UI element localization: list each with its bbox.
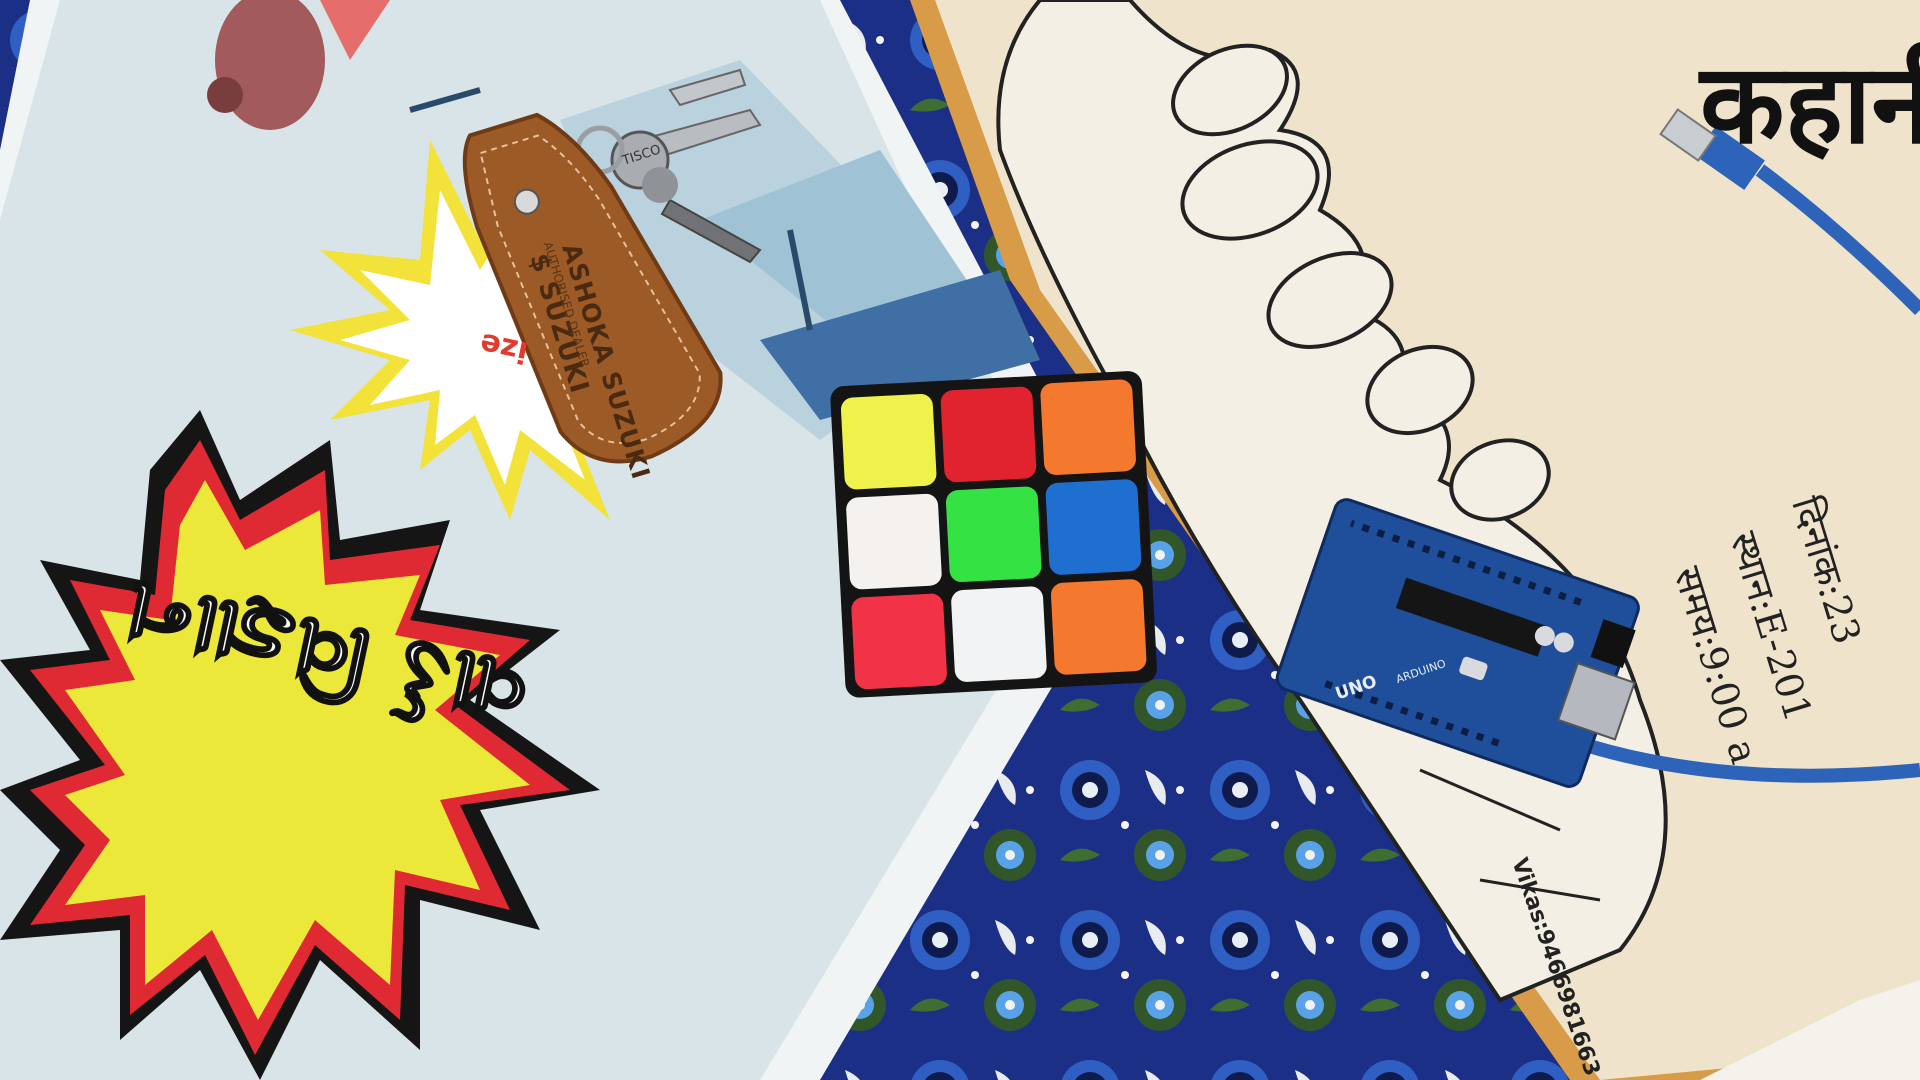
scene: [0, 0, 1920, 1080]
rubiks-cube: [830, 371, 1157, 698]
event-title: कहानी: [1700, 40, 1920, 168]
